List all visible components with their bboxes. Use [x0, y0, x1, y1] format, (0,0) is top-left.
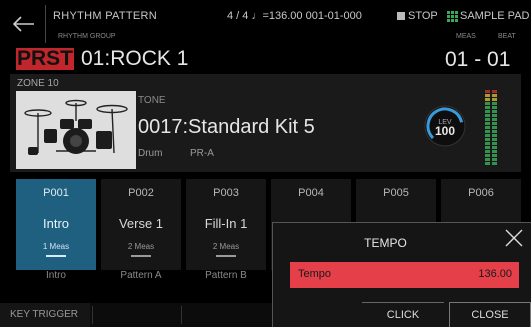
- meter-segment: [485, 158, 490, 161]
- meter-segment: [492, 130, 497, 133]
- drum-kit-image: [16, 91, 136, 169]
- meter-segment: [492, 102, 497, 105]
- meter-segment: [485, 126, 490, 129]
- meter-segment: [492, 114, 497, 117]
- tone-name[interactable]: 0017:Standard Kit 5: [138, 116, 315, 139]
- footer-divider: [181, 306, 182, 324]
- level-knob[interactable]: LEV 100: [423, 104, 467, 148]
- meter-segment: [485, 150, 490, 153]
- meter-segment: [485, 122, 490, 125]
- meter-segment: [492, 90, 497, 93]
- meter-segment: [492, 118, 497, 121]
- close-icon[interactable]: [504, 228, 524, 248]
- key-trigger-button[interactable]: KEY TRIGGER: [0, 303, 90, 327]
- meter-segment: [492, 150, 497, 153]
- close-button[interactable]: CLOSE: [449, 302, 531, 327]
- screen-title: RHYTHM PATTERN: [53, 10, 158, 22]
- meter-segment: [485, 138, 490, 141]
- pattern-label: Pattern B: [205, 270, 247, 281]
- meter-segment: [492, 154, 497, 157]
- meter-segment: [492, 146, 497, 149]
- pad-number: P002: [128, 187, 154, 199]
- pad-number: P004: [298, 187, 324, 199]
- meter-segment: [485, 102, 490, 105]
- tempo-field-label: Tempo: [298, 268, 332, 280]
- meter-segment: [485, 98, 490, 101]
- pad-indicator-bar: [46, 255, 66, 257]
- meter-segment: [485, 154, 490, 157]
- preset-badge: PRST: [16, 47, 75, 70]
- pad-indicator-bar: [216, 255, 236, 257]
- pad-number: P005: [383, 187, 409, 199]
- meter-segment: [485, 114, 490, 117]
- tempo-field-value: 136.00: [478, 268, 512, 280]
- meter-segment: [492, 162, 497, 165]
- meter-segment: [492, 122, 497, 125]
- tone-category: Drum: [138, 148, 163, 159]
- footer-divider: [92, 306, 93, 324]
- meter-segment: [492, 126, 497, 129]
- rhythm-group-label: RHYTHM GROUP: [58, 33, 116, 40]
- pattern-pad-1[interactable]: P001 Intro 1 Meas: [16, 179, 96, 270]
- level-meter: [485, 90, 497, 165]
- pattern-label: Intro: [45, 270, 66, 281]
- pad-name: Verse 1: [118, 216, 164, 231]
- click-button[interactable]: CLICK: [362, 302, 444, 327]
- meter-segment: [485, 146, 490, 149]
- pad-measures: 1 Meas: [42, 242, 70, 251]
- beat-label: BEAT: [498, 33, 516, 40]
- meter-segment: [485, 162, 490, 165]
- meter-segment: [492, 98, 497, 101]
- pad-measures: 2 Meas: [212, 242, 240, 251]
- pad-measures: 2 Meas: [127, 242, 155, 251]
- pattern-label: Pattern A: [120, 270, 162, 281]
- sample-pad-button[interactable]: SAMPLE PAD: [447, 10, 530, 22]
- pad-number: P001: [43, 187, 69, 199]
- meter-segment: [492, 134, 497, 137]
- meter-segment: [485, 106, 490, 109]
- pattern-pad-2[interactable]: P002 Verse 1 2 Meas: [101, 179, 181, 270]
- pad-number: P003: [213, 187, 239, 199]
- meter-segment: [492, 110, 497, 113]
- tempo-dialog-title: TEMPO: [364, 236, 407, 250]
- pad-indicator-bar: [131, 255, 151, 257]
- pad-name: Intro: [42, 216, 69, 231]
- meter-segment: [485, 90, 490, 93]
- tone-label: TONE: [138, 95, 166, 106]
- pad-name: Fill-In 1: [204, 216, 248, 231]
- pattern-name[interactable]: 01:ROCK 1: [81, 47, 188, 71]
- meter-segment: [492, 142, 497, 145]
- meter-segment: [485, 118, 490, 121]
- meter-segment: [492, 158, 497, 161]
- meter-segment: [485, 142, 490, 145]
- grid-icon: [447, 10, 458, 22]
- meter-segment: [492, 94, 497, 97]
- meas-beat-value: 01 - 01: [445, 48, 511, 71]
- meter-segment: [492, 138, 497, 141]
- meter-segment: [485, 110, 490, 113]
- arrow-left-icon: [13, 16, 34, 32]
- meter-segment: [492, 106, 497, 109]
- tone-bank: PR-A: [190, 148, 214, 159]
- zone-label: ZONE 10: [17, 78, 59, 89]
- meter-segment: [485, 134, 490, 137]
- meter-segment: [485, 130, 490, 133]
- stop-icon: [397, 12, 405, 20]
- status-readout: 4 / 4 ♩=136.00 001-01-000: [227, 10, 362, 22]
- stop-status: STOP: [408, 10, 438, 22]
- back-button[interactable]: [6, 6, 42, 42]
- meas-label: MEAS: [456, 33, 476, 40]
- sample-pad-label: SAMPLE PAD: [460, 10, 530, 22]
- level-value: 100: [435, 124, 455, 138]
- header-divider: [45, 5, 46, 43]
- pattern-pad-3[interactable]: P003 Fill-In 1 2 Meas: [186, 179, 266, 270]
- pad-number: P006: [468, 187, 494, 199]
- meter-segment: [485, 94, 490, 97]
